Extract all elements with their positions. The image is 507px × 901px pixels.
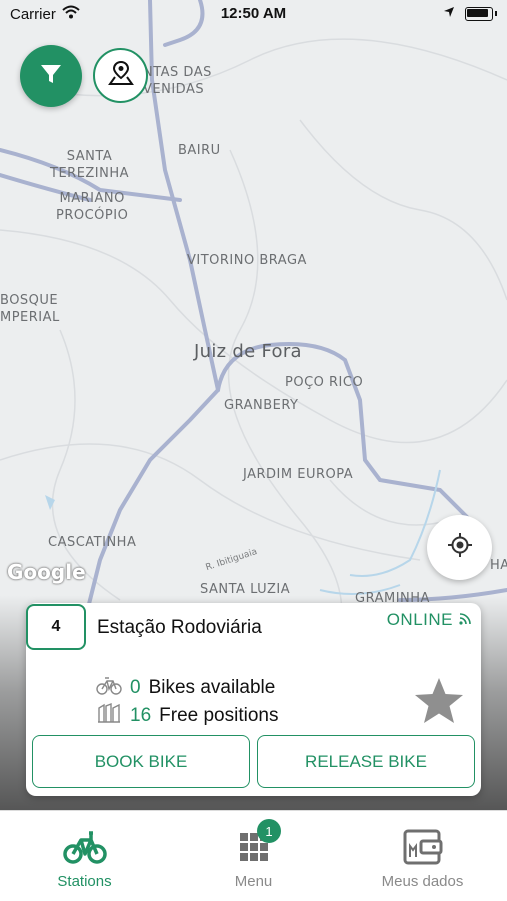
map-label-bosque-imperial: BOSQUE MPERIAL xyxy=(0,293,60,325)
bikes-available-row: 0 Bikes available xyxy=(96,675,275,701)
free-positions-count: 16 xyxy=(130,705,152,726)
map-pin-button[interactable] xyxy=(93,48,148,103)
station-status-label: ONLINE xyxy=(386,610,453,629)
free-positions-row: 16 Free positions xyxy=(96,702,278,730)
location-arrow-icon xyxy=(443,5,455,22)
station-status: ONLINE xyxy=(387,610,471,630)
status-bar: Carrier 12:50 AM xyxy=(0,0,507,28)
bike-outline-icon xyxy=(96,675,122,701)
crosshair-icon xyxy=(447,532,473,563)
filter-icon xyxy=(38,61,64,92)
grid-icon xyxy=(169,827,338,867)
map-label-santa-terezinha: SANTA TEREZINHA xyxy=(50,149,130,181)
map-label-cascatinha: CASCATINHA xyxy=(48,535,137,550)
tab-meus-dados-label: Meus dados xyxy=(381,873,464,890)
filter-button[interactable] xyxy=(20,45,82,107)
station-number: 4 xyxy=(26,604,86,650)
map-label-vitorino-braga: VITORINO BRAGA xyxy=(187,253,307,268)
tab-stations[interactable]: Stations xyxy=(0,811,169,901)
battery-tip xyxy=(495,11,497,16)
rss-icon xyxy=(459,610,471,630)
book-bike-button[interactable]: BOOK BIKE xyxy=(32,735,250,788)
bicycle-icon xyxy=(0,827,169,867)
tab-bar: Stations Menu 1 Meus dados xyxy=(0,810,507,901)
battery-icon xyxy=(465,6,493,21)
tab-menu-label: Menu xyxy=(234,873,273,890)
tab-meus-dados[interactable]: Meus dados xyxy=(338,811,507,901)
map-label-poco-rico: POÇO RICO xyxy=(285,375,364,390)
wallet-icon xyxy=(338,827,507,867)
map-label-bairu: BAIRU xyxy=(178,143,221,158)
dock-icon xyxy=(96,702,122,730)
map-label-jardim-europa: JARDIM EUROPA xyxy=(243,467,354,482)
map-label-ha: HA xyxy=(490,558,507,573)
map-label-granbery: GRANBERY xyxy=(224,398,299,413)
status-time: 12:50 AM xyxy=(220,5,287,22)
station-name: Estação Rodoviária xyxy=(97,617,262,638)
map-label-mariano-procopio: MARIANO PROCÓPIO xyxy=(56,191,129,223)
bikes-available-label: Bikes available xyxy=(148,677,276,698)
map-label-santas-das-venidas: NTAS DAS VENIDAS xyxy=(143,65,212,97)
google-attribution[interactable]: Google xyxy=(7,560,86,584)
tab-stations-label: Stations xyxy=(57,873,112,890)
map-label-juiz-de-fora: Juiz de Fora xyxy=(194,341,302,362)
tab-menu[interactable]: Menu xyxy=(169,811,338,901)
station-card[interactable]: 4 Estação Rodoviária ONLINE 0 Bikes avai… xyxy=(26,603,481,796)
menu-badge: 1 xyxy=(257,819,281,843)
map-pin-icon xyxy=(107,59,135,92)
bikes-available-count: 0 xyxy=(130,677,141,698)
release-bike-button[interactable]: RELEASE BIKE xyxy=(257,735,475,788)
locate-me-button[interactable] xyxy=(427,515,492,580)
free-positions-label: Free positions xyxy=(159,705,279,726)
favorite-star-icon[interactable] xyxy=(413,676,465,731)
